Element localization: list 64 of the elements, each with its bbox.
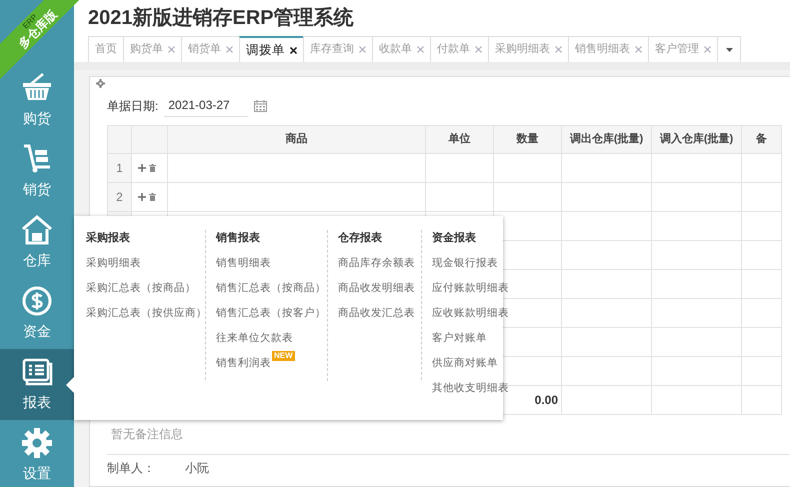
menu-item[interactable]: 销售利润表 bbox=[216, 356, 271, 372]
menu-item[interactable]: 商品收发明细表 bbox=[338, 280, 415, 296]
tab[interactable]: 采购明细表 bbox=[488, 36, 568, 62]
date-label: 单据日期: bbox=[107, 98, 158, 114]
trash-icon[interactable] bbox=[149, 193, 156, 201]
sidebar-label: 资金 bbox=[23, 322, 51, 341]
app-title: 2021新版进销存ERP管理系统 bbox=[87, 6, 355, 31]
column-header: 调出仓库(批量) bbox=[562, 126, 652, 154]
menu-item[interactable]: 应付账款明细表 bbox=[432, 280, 509, 296]
creator-name: 小阮 bbox=[185, 460, 209, 477]
sidebar-label: 购货 bbox=[23, 109, 51, 128]
sidebar-item[interactable]: 销货 bbox=[0, 136, 74, 207]
settings-icon[interactable] bbox=[96, 79, 105, 88]
sidebar-label: 销货 bbox=[23, 180, 51, 199]
column-header: 调入仓库(批量) bbox=[652, 126, 742, 154]
dollar-icon bbox=[21, 285, 53, 317]
caret-icon bbox=[726, 48, 732, 52]
column-header: 备 bbox=[742, 126, 782, 154]
row-number: 1 bbox=[116, 161, 123, 175]
sidebar-item[interactable]: 资金 bbox=[0, 278, 74, 349]
hand-truck-icon bbox=[21, 143, 53, 175]
menu-heading: 仓存报表 bbox=[338, 230, 383, 246]
menu-item[interactable]: 销售汇总表（按客户） bbox=[216, 306, 326, 322]
menu-heading: 销售报表 bbox=[216, 230, 261, 246]
add-icon[interactable] bbox=[138, 193, 146, 201]
calendar-icon[interactable] bbox=[254, 100, 268, 112]
menu-item[interactable]: 客户对账单 bbox=[432, 330, 487, 346]
close-icon[interactable] bbox=[290, 46, 297, 54]
new-badge: NEW bbox=[272, 350, 295, 360]
menu-heading: 资金报表 bbox=[432, 230, 477, 246]
sidebar-label: 仓库 bbox=[23, 251, 51, 270]
date-field[interactable]: 2021-03-27 bbox=[164, 94, 248, 117]
menu-item[interactable]: 供应商对账单 bbox=[432, 356, 498, 372]
gear-icon bbox=[21, 427, 53, 459]
menu-heading: 采购报表 bbox=[86, 230, 131, 246]
sidebar-item[interactable]: 购货 bbox=[0, 65, 74, 136]
tab[interactable]: 付款单 bbox=[430, 36, 488, 62]
menu-item[interactable]: 采购汇总表（按供应商） bbox=[86, 306, 207, 322]
menu-item[interactable]: 现金银行报表 bbox=[432, 256, 498, 272]
creator-label: 制单人： bbox=[107, 460, 155, 477]
column-header: 单位 bbox=[426, 126, 494, 154]
sidebar-item[interactable]: 仓库 bbox=[0, 207, 74, 278]
menu-item[interactable]: 销售明细表 bbox=[216, 256, 271, 272]
tab-menu-button[interactable] bbox=[717, 36, 741, 62]
house-icon bbox=[21, 214, 53, 246]
sidebar-item[interactable]: 报表 bbox=[0, 349, 74, 420]
menu-item[interactable]: 商品库存余额表 bbox=[338, 256, 415, 272]
menu-item[interactable]: 销售汇总表（按商品） bbox=[216, 280, 326, 296]
row-number: 2 bbox=[116, 190, 123, 204]
sidebar-label: 设置 bbox=[23, 464, 51, 483]
menu-item[interactable]: 其他收支明细表 bbox=[432, 380, 509, 396]
sidebar-item[interactable]: 设置 bbox=[0, 420, 74, 487]
menu-item[interactable]: 采购汇总表（按商品） bbox=[86, 280, 196, 296]
column-header: 商品 bbox=[168, 126, 426, 154]
trash-icon[interactable] bbox=[149, 164, 156, 172]
newspaper-icon bbox=[21, 356, 53, 388]
menu-item[interactable]: 往来单位欠款表 bbox=[216, 330, 293, 346]
sidebar-label: 报表 bbox=[23, 393, 51, 412]
menu-item[interactable]: 应收账款明细表 bbox=[432, 306, 509, 322]
tab[interactable]: 调拨单 bbox=[239, 36, 303, 62]
menu-item[interactable]: 采购明细表 bbox=[86, 256, 141, 272]
add-icon[interactable] bbox=[138, 164, 146, 172]
menu-item[interactable]: 商品收发汇总表 bbox=[338, 306, 415, 322]
column-header: 数量 bbox=[494, 126, 562, 154]
